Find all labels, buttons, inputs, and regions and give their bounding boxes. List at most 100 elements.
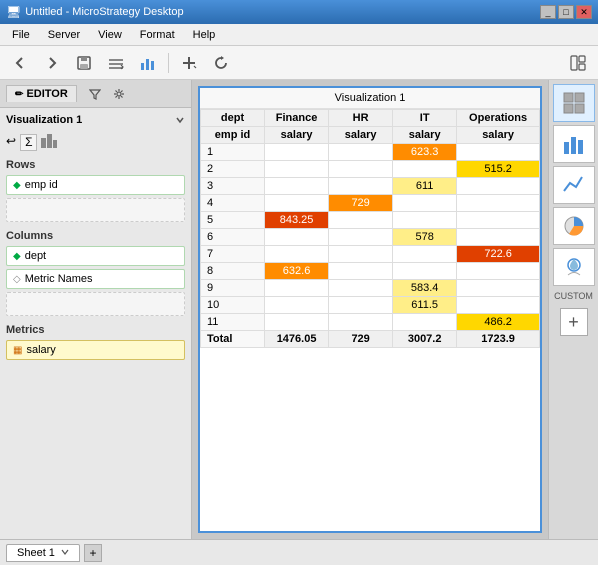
diamond-icon: ◆ [13, 180, 21, 191]
menubar: File Server View Format Help [0, 24, 598, 46]
chevron-down-icon[interactable] [175, 115, 185, 125]
add-custom-button[interactable]: + [560, 308, 588, 336]
sub-header-row: emp id salary salary salary salary [201, 127, 540, 144]
row-id: 9 [201, 280, 265, 297]
metric-icon: ▦ [13, 345, 22, 356]
menu-file[interactable]: File [4, 27, 38, 43]
rows-label: Rows [6, 159, 185, 171]
col-ops-header: Operations [457, 110, 540, 127]
metric-names-icon: ◇ [13, 274, 21, 285]
close-button[interactable]: ✕ [576, 5, 592, 19]
table-row: 5843.25 [201, 212, 540, 229]
table-cell: 632.6 [265, 263, 329, 280]
bars-button[interactable] [41, 134, 57, 151]
columns-placeholder [6, 292, 185, 316]
refresh-button[interactable] [207, 50, 235, 76]
settings-icon[interactable] [109, 84, 129, 104]
table-cell [393, 314, 457, 331]
line-chart-button[interactable] [553, 166, 595, 204]
add-sheet-button[interactable]: + [84, 544, 102, 562]
emp-id-field[interactable]: ◆ emp id [6, 175, 185, 195]
table-row: 4729 [201, 195, 540, 212]
table-cell [457, 195, 540, 212]
vis-scroll[interactable]: dept Finance HR IT Operations emp id sal… [200, 109, 540, 531]
back-button[interactable] [6, 50, 34, 76]
menu-server[interactable]: Server [40, 27, 88, 43]
chart-button[interactable] [134, 50, 162, 76]
data-button[interactable] [102, 50, 130, 76]
table-row: 6578 [201, 229, 540, 246]
dept-field[interactable]: ◆ dept [6, 246, 185, 266]
add-button[interactable] [175, 50, 203, 76]
emp-id-label: emp id [25, 179, 58, 191]
col-dept-header: dept [201, 110, 265, 127]
total-finance: 1476.05 [265, 331, 329, 348]
row-id: 11 [201, 314, 265, 331]
sheet-tab-1[interactable]: Sheet 1 [6, 544, 80, 562]
table-cell [457, 263, 540, 280]
left-panel: ✏ EDITOR Visualization 1 ↩ Σ [0, 80, 192, 539]
vis-area: Visualization 1 dept Finance HR IT Opera… [192, 80, 548, 539]
sub-finance: salary [265, 127, 329, 144]
custom-label: CUSTOM [554, 291, 593, 301]
table-cell [265, 144, 329, 161]
table-cell [265, 280, 329, 297]
save-button[interactable] [70, 50, 98, 76]
table-cell: 722.6 [457, 246, 540, 263]
table-cell [393, 263, 457, 280]
row-id: 10 [201, 297, 265, 314]
table-cell [393, 246, 457, 263]
total-label: Total [201, 331, 265, 348]
forward-button[interactable] [38, 50, 66, 76]
sub-ops: salary [457, 127, 540, 144]
table-cell: 611 [393, 178, 457, 195]
table-cell: 578 [393, 229, 457, 246]
table-cell [329, 246, 393, 263]
rows-placeholder [6, 198, 185, 222]
col-header-row: dept Finance HR IT Operations [201, 110, 540, 127]
table-cell [393, 212, 457, 229]
total-hr: 729 [329, 331, 393, 348]
dept-diamond-icon: ◆ [13, 251, 21, 262]
row-id: 3 [201, 178, 265, 195]
grid-view-button[interactable] [553, 84, 595, 122]
panel-tabs: ✏ EDITOR [0, 80, 191, 108]
salary-label: salary [26, 344, 55, 356]
metric-names-field[interactable]: ◇ Metric Names [6, 269, 185, 289]
sheet-tab-label: Sheet 1 [17, 547, 55, 559]
filter-icon[interactable] [85, 84, 105, 104]
salary-field[interactable]: ▦ salary [6, 340, 185, 360]
row-id: 4 [201, 195, 265, 212]
table-cell [329, 280, 393, 297]
bar-chart-button[interactable] [553, 125, 595, 163]
table-cell [329, 229, 393, 246]
pie-chart-button[interactable] [553, 207, 595, 245]
sigma-button[interactable]: Σ [20, 134, 37, 151]
window-title: Untitled - MicroStrategy Desktop [21, 6, 540, 18]
table-row: 9 583.4 [201, 280, 540, 297]
menu-view[interactable]: View [90, 27, 130, 43]
table-cell [265, 297, 329, 314]
layout-button[interactable] [564, 50, 592, 76]
map-button[interactable] [553, 248, 595, 286]
vis-table: dept Finance HR IT Operations emp id sal… [200, 109, 540, 348]
table-cell [457, 297, 540, 314]
columns-label: Columns [6, 230, 185, 242]
table-cell [457, 280, 540, 297]
undo-button[interactable]: ↩ [6, 134, 16, 151]
minimize-button[interactable]: _ [540, 5, 556, 19]
maximize-button[interactable]: □ [558, 5, 574, 19]
table-cell: 583.4 [393, 280, 457, 297]
row-id: 5 [201, 212, 265, 229]
app-icon: 🖥 [6, 5, 21, 19]
editor-tab[interactable]: ✏ EDITOR [6, 85, 77, 102]
vis-panel-title: Visualization 1 [200, 88, 540, 109]
toolbar-separator [168, 53, 169, 73]
panel-tab-icons [85, 84, 129, 104]
table-cell [393, 161, 457, 178]
table-cell [265, 314, 329, 331]
menu-format[interactable]: Format [132, 27, 183, 43]
window-controls: _ □ ✕ [540, 5, 592, 19]
menu-help[interactable]: Help [185, 27, 224, 43]
table-cell [265, 229, 329, 246]
